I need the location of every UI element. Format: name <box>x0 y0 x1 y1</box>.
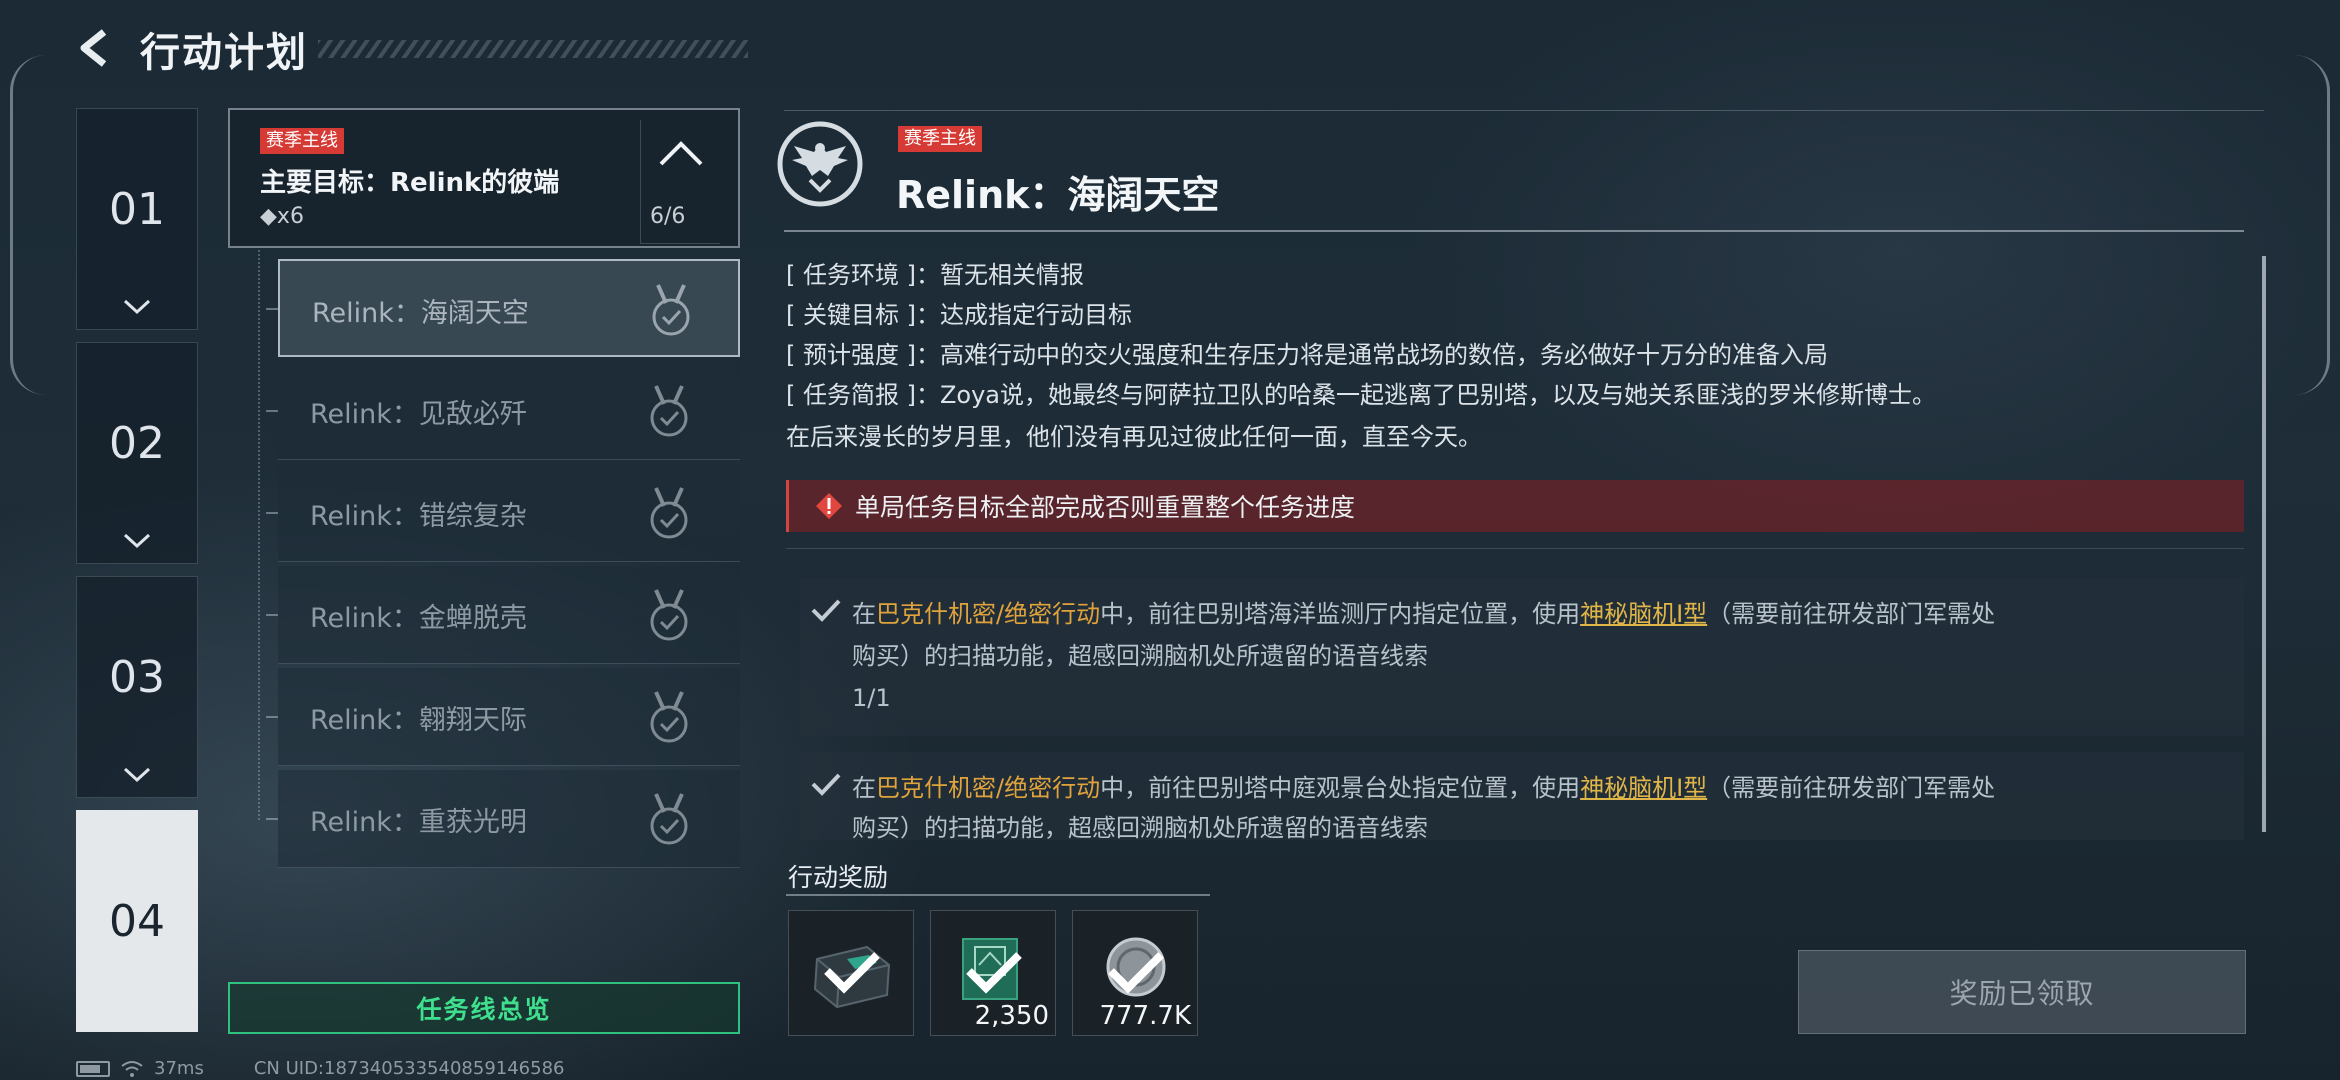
ping-text: 37ms <box>154 1058 204 1079</box>
mission-item[interactable]: Relink：金蝉脱壳 <box>278 566 740 664</box>
reward-slot[interactable]: 777.7K <box>1072 910 1198 1036</box>
frame-accent-right <box>2294 55 2330 395</box>
medal-check-icon <box>650 589 688 641</box>
mission-label: Relink：金蝉脱壳 <box>310 603 527 634</box>
mission-label: Relink：错综复杂 <box>310 501 527 532</box>
info-briefing-cont: 在后来漫长的岁月里，他们没有再见过彼此任何一面，直至今天。 <box>786 423 1482 451</box>
info-difficulty: [ 预计强度 ]：高难行动中的交火强度和生存压力将是通常战场的数倍，务必做好十万… <box>786 341 1828 369</box>
medal-check-icon <box>652 284 690 336</box>
tree-node <box>266 308 278 310</box>
season-main-tag: 赛季主线 <box>898 126 982 152</box>
divider <box>784 230 2244 232</box>
back-arrow-icon[interactable] <box>72 24 120 72</box>
medal-check-icon <box>650 691 688 743</box>
chevron-down-icon <box>123 533 151 549</box>
mission-item[interactable]: Relink：错综复杂 <box>278 464 740 562</box>
tree-node <box>266 818 278 820</box>
frame-accent-left <box>10 55 46 395</box>
tree-node <box>266 716 278 718</box>
chapter-tab-03[interactable]: 03 <box>76 576 198 798</box>
reward-quantity: 2,350 <box>974 1001 1049 1031</box>
rewards-claimed-button[interactable]: 奖励已领取 <box>1798 950 2246 1034</box>
scrollbar[interactable] <box>2262 256 2266 832</box>
chapter-tab-01[interactable]: 01 <box>76 108 198 330</box>
reward-slot[interactable] <box>788 910 914 1036</box>
tree-node <box>266 512 278 514</box>
task-progress: 1/1 <box>852 684 891 712</box>
tree-connector <box>258 250 260 820</box>
mission-item[interactable]: Relink：见敌必歼 <box>278 362 740 460</box>
task-description: 在巴克什机密/绝密行动中，前往巴别塔中庭观景台处指定位置，使用神秘脑机Ⅰ型（需要… <box>852 774 1996 802</box>
chapter-number: 04 <box>109 895 165 947</box>
info-key-objective: [ 关键目标 ]：达成指定行动目标 <box>786 301 1132 329</box>
item-link[interactable]: 神秘脑机Ⅰ型 <box>1580 600 1707 628</box>
warning-banner: 单局任务目标全部完成否则重置整个任务进度 <box>786 480 2244 532</box>
objective-progress: 6/6 <box>650 204 686 229</box>
chevron-up-icon <box>659 141 703 166</box>
season-main-tag: 赛季主线 <box>260 128 344 154</box>
task-item: 在巴克什机密/绝密行动中，前往巴别塔海洋监测厅内指定位置，使用神秘脑机Ⅰ型（需要… <box>800 578 2244 736</box>
task-description-line2: 购买）的扫描功能，超感回溯脑机处所遗留的语音线索 <box>852 814 1428 842</box>
medal-check-icon <box>650 793 688 845</box>
reward-slot[interactable]: 2,350 <box>930 910 1056 1036</box>
item-link[interactable]: 神秘脑机Ⅰ型 <box>1580 774 1707 802</box>
mission-item[interactable]: Relink：翱翔天际 <box>278 668 740 766</box>
mission-label: Relink：海阔天空 <box>312 298 529 329</box>
medal-check-icon <box>650 487 688 539</box>
mission-label: Relink：见敌必歼 <box>310 399 527 430</box>
battery-icon <box>76 1060 110 1077</box>
main-objective-header[interactable]: 赛季主线 主要目标：Relink的彼端 ◆x6 6/6 <box>228 108 740 248</box>
wifi-icon <box>121 1060 143 1077</box>
chapter-number: 01 <box>109 183 165 235</box>
eagle-emblem-icon <box>777 121 863 207</box>
mission-item[interactable]: Relink：重获光明 <box>278 770 740 868</box>
title-decoration <box>318 40 748 58</box>
uid-text: CN UID:18734053354085914658​6 <box>253 1058 565 1079</box>
chapter-number: 02 <box>109 417 165 469</box>
divider <box>786 548 2244 549</box>
claimed-check-icon <box>1108 952 1164 994</box>
divider <box>784 110 2264 111</box>
chapter-number: 03 <box>109 651 165 703</box>
info-briefing: [ 任务简报 ]：Zoya说，她最终与阿萨拉卫队的哈桑一起逃离了巴别塔，以及与她… <box>786 381 1937 409</box>
chevron-down-icon <box>123 767 151 783</box>
claimed-check-icon <box>824 952 880 994</box>
mode-highlight: 巴克什机密/绝密行动 <box>876 600 1101 628</box>
warning-icon <box>816 493 842 519</box>
task-item: 在巴克什机密/绝密行动中，前往巴别塔中庭观景台处指定位置，使用神秘脑机Ⅰ型（需要… <box>800 752 2244 842</box>
info-environment: [ 任务环境 ]：暂无相关情报 <box>786 261 1084 289</box>
tree-node <box>266 614 278 616</box>
mission-title: Relink：海阔天空 <box>896 173 1220 217</box>
mission-label: Relink：重获光明 <box>310 807 527 838</box>
chapter-tab-04[interactable]: 04 <box>76 810 198 1032</box>
mode-highlight: 巴克什机密/绝密行动 <box>876 774 1101 802</box>
chevron-down-icon <box>123 299 151 315</box>
tree-node <box>266 410 278 412</box>
check-icon <box>811 599 841 622</box>
objective-reward-count: ◆x6 <box>260 204 304 229</box>
medal-check-icon <box>650 385 688 437</box>
rewards-title: 行动奖励 <box>788 863 889 892</box>
reward-quantity: 777.7K <box>1099 1001 1191 1031</box>
mission-item[interactable]: Relink：海阔天空 <box>278 259 740 357</box>
chapter-tab-02[interactable]: 02 <box>76 342 198 564</box>
claimed-check-icon <box>966 952 1022 994</box>
warning-text: 单局任务目标全部完成否则重置整个任务进度 <box>855 493 1356 522</box>
task-description: 在巴克什机密/绝密行动中，前往巴别塔海洋监测厅内指定位置，使用神秘脑机Ⅰ型（需要… <box>852 600 1996 628</box>
objective-title: 主要目标：Relink的彼端 <box>260 168 560 198</box>
check-icon <box>811 773 841 796</box>
status-bar: 37ms CN UID:18734053354085914658​6 <box>76 1058 565 1079</box>
divider <box>786 894 1210 896</box>
page-title: 行动计划 <box>140 30 308 76</box>
mission-label: Relink：翱翔天际 <box>310 705 527 736</box>
mission-line-overview-button[interactable]: 任务线总览 <box>228 982 740 1034</box>
task-description-line2: 购买）的扫描功能，超感回溯脑机处所遗留的语音线索 <box>852 642 1428 670</box>
